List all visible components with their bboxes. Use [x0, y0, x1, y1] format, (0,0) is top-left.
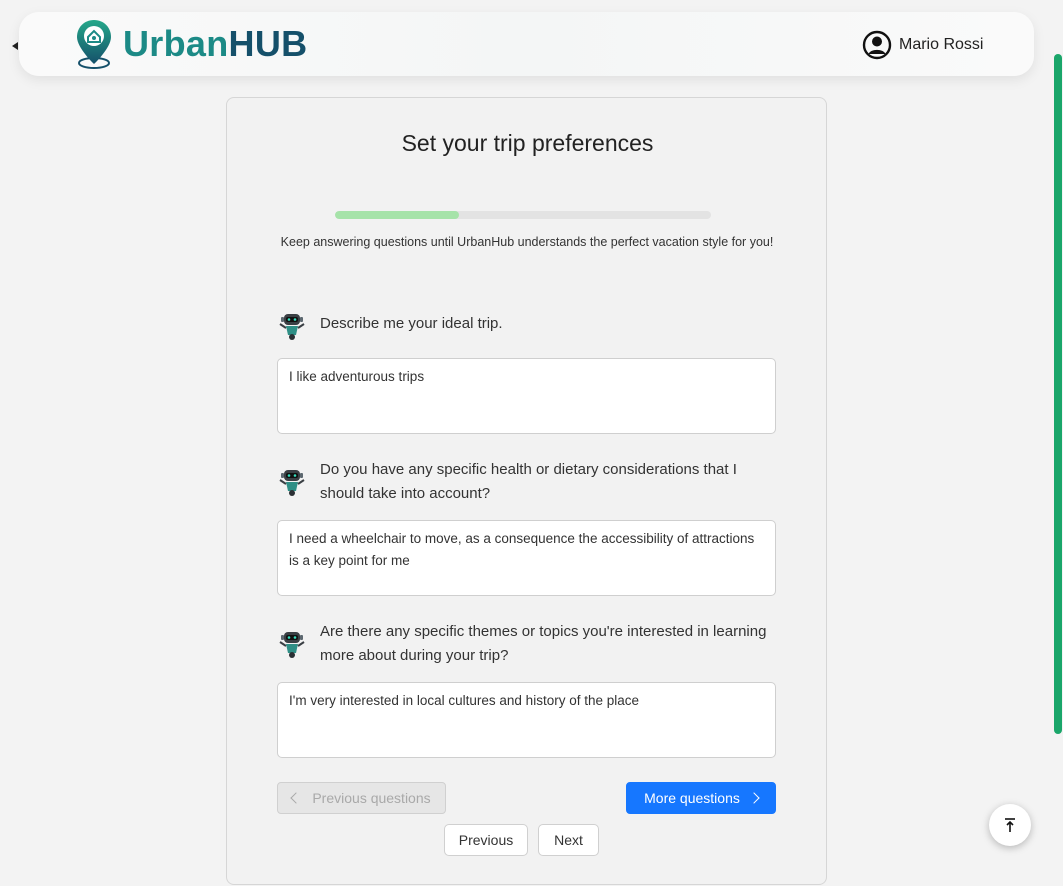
map-pin-home-icon: [77, 20, 111, 69]
page-title: Set your trip preferences: [401, 130, 654, 156]
brand-name: UrbanHUB: [123, 23, 308, 64]
previous-questions-label: Previous questions: [312, 790, 431, 806]
user-name: Mario Rossi: [899, 36, 984, 53]
more-questions-label: More questions: [644, 790, 740, 806]
robot-icon: [279, 470, 305, 496]
logo[interactable]: UrbanHUB: [75, 18, 307, 70]
top-navbar: UrbanHUB Mario Rossi: [19, 12, 1034, 76]
instructions-text: Keep answering questions until UrbanHub …: [280, 235, 774, 249]
question-1: Describe me your ideal trip.: [278, 312, 770, 340]
answer-input-1[interactable]: I like adventurous trips: [277, 358, 776, 434]
chevron-left-icon: [290, 792, 303, 804]
chevron-right-icon: [748, 792, 760, 804]
robot-icon: [279, 632, 305, 658]
previous-button[interactable]: Previous: [444, 824, 528, 856]
question-2: Do you have any specific health or dieta…: [278, 458, 770, 506]
question-3: Are there any specific themes or topics …: [278, 620, 770, 668]
question-text: Describe me your ideal trip.: [320, 315, 503, 332]
trip-preferences-card: Set your trip preferences Keep answering…: [226, 97, 827, 885]
robot-icon: [279, 314, 305, 340]
answer-input-3[interactable]: I'm very interested in local cultures an…: [277, 682, 776, 758]
scroll-to-top-button[interactable]: [989, 804, 1031, 846]
user-menu[interactable]: Mario Rossi: [862, 30, 983, 60]
previous-questions-button[interactable]: Previous questions: [277, 782, 446, 814]
arrow-up-to-line-icon: [1005, 818, 1015, 832]
answer-input-2[interactable]: I need a wheelchair to move, as a conseq…: [277, 520, 776, 596]
progress-bar: [335, 211, 711, 219]
next-button[interactable]: Next: [538, 824, 599, 856]
progress-fill: [335, 211, 460, 219]
more-questions-button[interactable]: More questions: [626, 782, 776, 814]
question-text: Do you have any specific health or dieta…: [320, 461, 737, 502]
question-text: Are there any specific themes or topics …: [320, 623, 767, 664]
user-circle-icon: [862, 30, 892, 60]
page-scrollbar[interactable]: [1054, 54, 1062, 734]
back-arrow-icon[interactable]: [12, 42, 18, 50]
